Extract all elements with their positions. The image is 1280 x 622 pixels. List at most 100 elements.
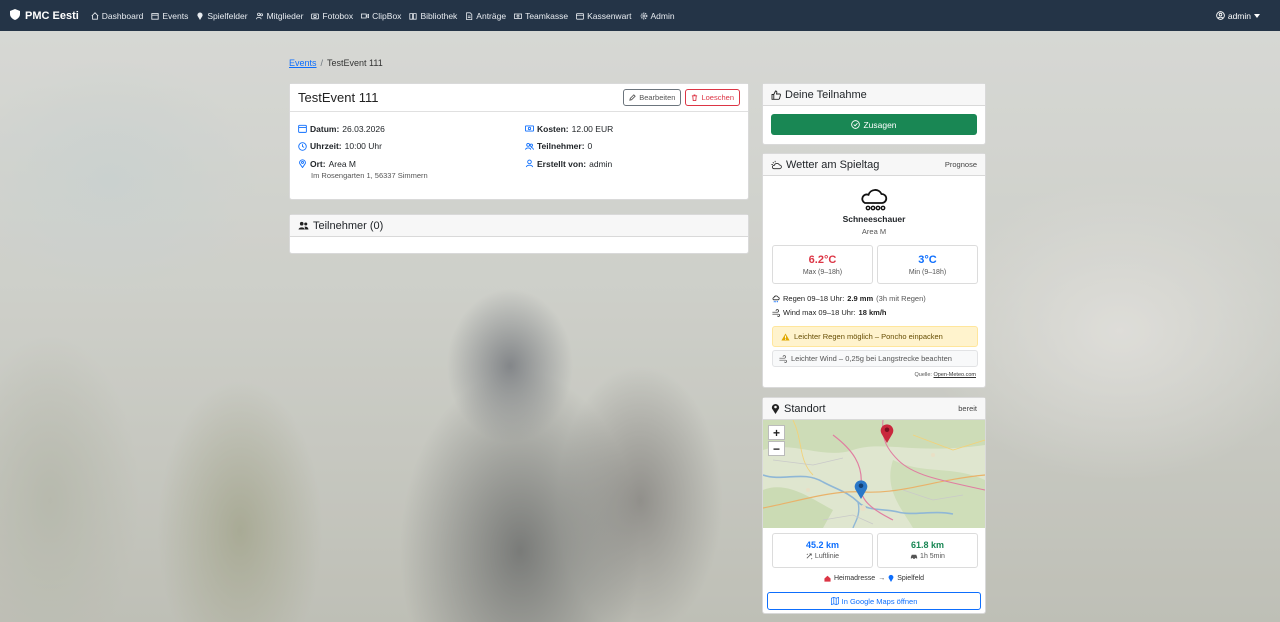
nav-item-events[interactable]: Events [151, 11, 188, 21]
breadcrumb-link-events[interactable]: Events [289, 58, 317, 68]
accept-button[interactable]: Zusagen [771, 114, 977, 135]
brand[interactable]: PMC Eesti [10, 8, 79, 23]
participants-value: 0 [587, 141, 593, 152]
edit-button[interactable]: Bearbeiten [623, 89, 682, 106]
nav-label: Fotobox [322, 10, 354, 21]
open-google-maps-label: In Google Maps öffnen [841, 596, 918, 606]
created-value: admin [589, 158, 613, 169]
zoom-in-button[interactable]: + [768, 425, 785, 440]
wind-note: Leichter Wind – 0,25g bei Langstrecke be… [772, 350, 978, 367]
arrows-icon [806, 553, 813, 560]
nav-item-clipbox[interactable]: ClipBox [361, 11, 401, 21]
brand-name: PMC Eesti [25, 9, 79, 22]
map-pin-icon [299, 159, 306, 169]
event-date-row: Datum: 26.03.2026 [298, 120, 428, 138]
nav-item-antraege[interactable]: Anträge [465, 11, 506, 21]
delete-button[interactable]: Loeschen [685, 89, 740, 106]
event-card: TestEvent 111 Bearbeiten Loeschen Datum:… [289, 83, 749, 200]
nav-label: Spielfelder [207, 10, 248, 21]
nav-item-spielfelder[interactable]: Spielfelder [196, 10, 248, 21]
chevron-down-icon [1254, 13, 1260, 18]
participants-label: Teilnehmer: [537, 141, 585, 152]
nav-item-bibliothek[interactable]: Bibliothek [409, 11, 457, 21]
max-temp-value: 6.2°C [808, 254, 837, 266]
event-cost-row: Kosten: 12.00 EUR [525, 120, 613, 138]
participation-card-header: Deine Teilnahme [763, 84, 985, 106]
map-status: bereit [958, 404, 977, 413]
nav-label: ClipBox [372, 10, 402, 21]
home-marker-icon[interactable] [854, 479, 868, 499]
location-card-title: Standort [784, 402, 826, 415]
document-icon [466, 11, 473, 20]
drive-distance-value: 61.8 km [910, 540, 945, 550]
location-card: Standort bereit + − 45.2 km Luftlinie 61… [762, 397, 986, 614]
event-time-row: Uhrzeit: 10:00 Uhr [298, 138, 428, 156]
location-card-header: Standort bereit [763, 398, 985, 420]
rain-note: (3h mit Regen) [876, 294, 926, 303]
min-temp-box: 3°C Min (9–18h) [877, 245, 978, 284]
wind-info: Wind max 09–18 Uhr: 18 km/h [772, 308, 886, 317]
nav-label: Admin [650, 10, 675, 21]
car-icon [910, 554, 918, 560]
nav-item-dashboard[interactable]: Dashboard [91, 10, 144, 21]
max-temp-label: Max (9–18h) [802, 269, 843, 276]
shield-icon [10, 8, 20, 23]
map-icon [830, 597, 839, 605]
nav-item-kassenwart[interactable]: Kassenwart [576, 11, 632, 21]
cost-value: 12.00 EUR [571, 123, 614, 134]
zoom-out-button[interactable]: − [768, 441, 785, 456]
nav-label: Bibliothek [420, 10, 458, 21]
weather-card: Wetter am Spieltag Prognose Schneeschaue… [762, 153, 986, 388]
clock-icon [298, 142, 307, 151]
participants-card: Teilnehmer (0) [289, 214, 749, 254]
open-google-maps-button[interactable]: In Google Maps öffnen [767, 592, 981, 610]
air-distance-box: 45.2 km Luftlinie [772, 533, 873, 568]
cash-icon [525, 125, 534, 132]
event-address: Im Rosengarten 1, 56337 Simmern [311, 170, 428, 180]
map-pin-icon [888, 574, 894, 582]
rain-warning: Leichter Regen möglich – Poncho einpacke… [772, 326, 978, 347]
location-label: Ort: [310, 158, 326, 169]
created-label: Erstellt von: [537, 158, 587, 169]
weather-source: Quelle: Open-Meteo.com [915, 372, 976, 378]
field-marker-icon[interactable] [880, 423, 894, 443]
wind-label: Wind max 09–18 Uhr: [783, 308, 856, 317]
warning-icon [781, 332, 790, 341]
nav-label: Anträge [476, 10, 507, 21]
weather-graphic [763, 188, 985, 212]
breadcrumb-current: TestEvent 111 [327, 58, 383, 68]
nav-item-admin[interactable]: Admin [640, 11, 675, 21]
location-value: Area M [328, 158, 356, 169]
drive-distance-box: 61.8 km 1h 5min [877, 533, 978, 568]
top-navbar: PMC Eesti Dashboard Events Spielfelder M… [0, 0, 1280, 31]
user-menu[interactable]: admin [1216, 11, 1260, 21]
forecast-badge: Prognose [944, 160, 977, 169]
participation-card: Deine Teilnahme Zusagen [762, 83, 986, 145]
nav-item-fotobox[interactable]: Fotobox [311, 11, 353, 21]
accept-label: Zusagen [863, 119, 897, 130]
map-tiles [763, 420, 985, 528]
air-distance-value: 45.2 km [805, 540, 840, 550]
min-temp-value: 3°C [918, 254, 937, 266]
weather-condition: Schneeschauer [842, 214, 906, 224]
participation-card-title: Deine Teilnahme [785, 88, 867, 101]
nav-label: Mitglieder [266, 10, 304, 21]
nav-label: Teamkasse [525, 10, 569, 21]
nav-item-teamkasse[interactable]: Teamkasse [514, 11, 568, 21]
nav-item-mitglieder[interactable]: Mitglieder [255, 10, 304, 21]
air-distance-label: Luftlinie [814, 553, 840, 560]
drive-time-label: 1h 5min [920, 553, 945, 560]
wind-icon [779, 354, 787, 363]
map-view[interactable]: + − [763, 420, 985, 528]
nav-label: Events [162, 10, 189, 21]
drive-time-row: 1h 5min [878, 553, 977, 560]
participants-card-title: Teilnehmer (0) [313, 219, 384, 232]
weather-card-header: Wetter am Spieltag Prognose [763, 154, 985, 176]
nav-label: Dashboard [101, 10, 144, 21]
event-info-right: Kosten: 12.00 EUR Teilnehmer: 0 Erstellt… [525, 120, 613, 173]
source-link[interactable]: Open-Meteo.com [934, 372, 977, 378]
check-circle-icon [851, 120, 861, 129]
wallet-icon [576, 12, 585, 20]
weather-card-title: Wetter am Spieltag [786, 158, 880, 171]
route-from: Heimadresse [833, 574, 876, 582]
